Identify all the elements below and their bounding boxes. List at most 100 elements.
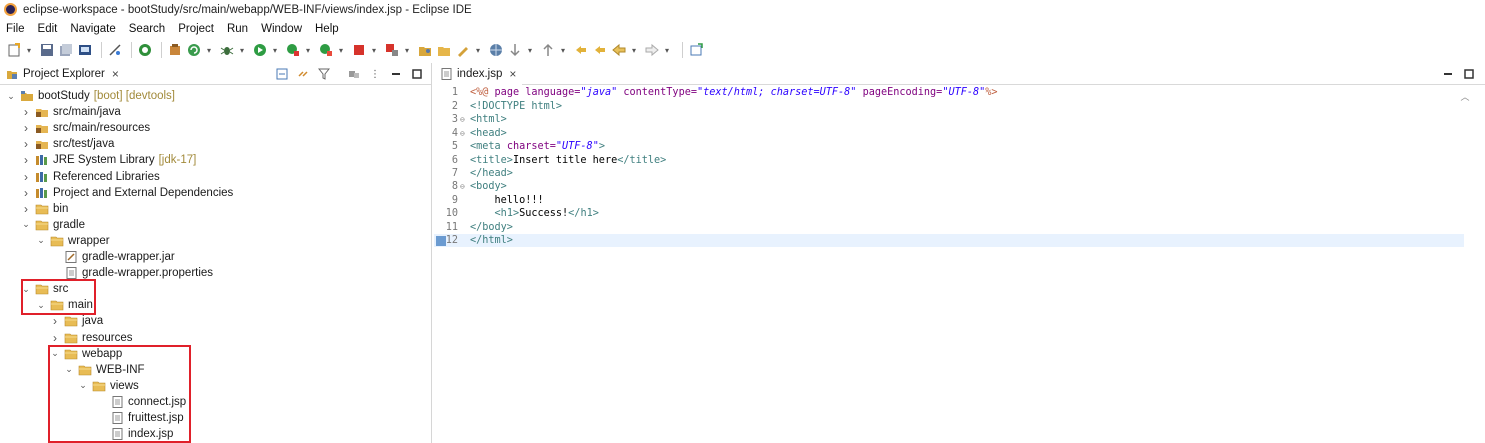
save-all-icon[interactable] [58, 42, 74, 58]
close-icon[interactable]: × [509, 67, 516, 81]
tree-item[interactable]: › src/test/java [21, 136, 114, 152]
chevron-right-icon[interactable]: › [50, 314, 60, 328]
run-dropdown-icon[interactable]: ▾ [271, 42, 279, 58]
tree-item[interactable]: › JRE System Library [jdk-17] [21, 152, 196, 168]
vertical-scrollbar[interactable]: ︿ [1459, 90, 1471, 440]
scroll-up-icon[interactable]: ︿ [1459, 90, 1471, 103]
pin-editor-icon[interactable] [688, 42, 704, 58]
chevron-right-icon[interactable]: › [21, 153, 31, 167]
chevron-right-icon[interactable]: › [21, 202, 31, 216]
tree-item[interactable]: › resources [50, 330, 133, 346]
code-line[interactable]: 4 ⊖ <head> [434, 126, 1464, 140]
code-line[interactable]: 5 <meta charset="UTF-8"> [434, 140, 1464, 154]
back-icon[interactable] [611, 42, 627, 58]
code-line[interactable]: 11 </body> [434, 221, 1464, 235]
last-edit-icon[interactable] [573, 42, 589, 58]
maximize-icon[interactable] [409, 66, 425, 82]
tab-project-explorer[interactable]: Project Explorer × [0, 63, 125, 85]
filter-icon[interactable] [316, 66, 332, 82]
save-icon[interactable] [39, 42, 55, 58]
chevron-right-icon[interactable]: › [21, 137, 31, 151]
run-icon[interactable] [252, 42, 268, 58]
debug-icon[interactable] [219, 42, 235, 58]
spring-boot-dashboard-icon[interactable] [137, 42, 153, 58]
menu-file[interactable]: File [6, 23, 25, 35]
open-folder-icon[interactable] [436, 42, 452, 58]
chevron-right-icon[interactable]: › [50, 331, 60, 345]
chevron-down-icon[interactable]: ⌄ [6, 91, 16, 102]
fold-toggle-icon[interactable]: ⊖ [460, 129, 468, 138]
menu-help[interactable]: Help [315, 23, 339, 35]
fold-toggle-icon[interactable]: ⊖ [460, 182, 468, 191]
edit-location-icon[interactable] [592, 42, 608, 58]
menu-window[interactable]: Window [261, 23, 302, 35]
open-type-icon[interactable] [417, 42, 433, 58]
code-line[interactable]: 2 <!DOCTYPE html> [434, 99, 1464, 113]
stop-icon[interactable] [351, 42, 367, 58]
tree-item[interactable]: › src/main/resources [21, 120, 150, 136]
open-task-dropdown-icon[interactable]: ▾ [474, 42, 482, 58]
stop-dropdown-icon[interactable]: ▾ [370, 42, 378, 58]
menu-search[interactable]: Search [129, 23, 165, 35]
forward-dropdown-icon[interactable]: ▾ [663, 42, 671, 58]
terminal-icon[interactable] [77, 42, 93, 58]
refresh-dropdown-icon[interactable]: ▾ [205, 42, 213, 58]
annotation-dropdown-icon[interactable]: ▾ [526, 42, 534, 58]
debug-dropdown-icon[interactable]: ▾ [238, 42, 246, 58]
tab-index-jsp[interactable]: index.jsp × [434, 62, 523, 85]
server-dropdown-icon[interactable]: ▾ [403, 42, 411, 58]
prev-annotation-dropdown-icon[interactable]: ▾ [559, 42, 567, 58]
chevron-down-icon[interactable]: ⌄ [36, 235, 46, 246]
open-task-icon[interactable] [455, 42, 471, 58]
fold-toggle-icon[interactable]: ⊖ [460, 115, 468, 124]
chevron-right-icon[interactable]: › [21, 105, 31, 119]
menu-edit[interactable]: Edit [38, 23, 58, 35]
tree-item[interactable]: › Referenced Libraries [21, 169, 160, 185]
tree-item[interactable]: › bin [21, 201, 68, 217]
annotation-icon[interactable] [507, 42, 523, 58]
external-tools-icon[interactable] [318, 42, 334, 58]
chevron-right-icon[interactable]: › [21, 170, 31, 184]
code-line[interactable]: 9 hello!!! [434, 194, 1464, 208]
tree-item[interactable]: gradle-wrapper.jar [50, 249, 175, 265]
skip-breakpoints-icon[interactable] [107, 42, 123, 58]
code-line[interactable]: 1 <%@ page language="java" contentType="t… [434, 86, 1464, 100]
focus-icon[interactable] [346, 66, 362, 82]
external-tools-dropdown-icon[interactable]: ▾ [337, 42, 345, 58]
new-dropdown-icon[interactable]: ▾ [25, 42, 33, 58]
tree-item[interactable]: › src/main/java [21, 104, 121, 120]
code-line[interactable]: 3 ⊖ <html> [434, 113, 1464, 127]
code-line[interactable]: 10 <h1>Success!</h1> [434, 207, 1464, 221]
back-dropdown-icon[interactable]: ▾ [630, 42, 638, 58]
menu-project[interactable]: Project [178, 23, 214, 35]
coverage-icon[interactable] [285, 42, 301, 58]
chevron-right-icon[interactable]: › [21, 121, 31, 135]
code-line[interactable]: 8 ⊖ <body> [434, 180, 1464, 194]
tree-item[interactable]: › Project and External Dependencies [21, 185, 233, 201]
close-icon[interactable]: × [112, 67, 119, 81]
new-icon[interactable] [6, 42, 22, 58]
forward-icon[interactable] [644, 42, 660, 58]
menu-navigate[interactable]: Navigate [70, 23, 115, 35]
globe-icon[interactable] [488, 42, 504, 58]
prev-annotation-icon[interactable] [540, 42, 556, 58]
chevron-right-icon[interactable]: › [21, 186, 31, 200]
tree-item[interactable]: ⌄ wrapper [36, 233, 109, 249]
server-icon[interactable] [384, 42, 400, 58]
collapse-all-icon[interactable] [274, 66, 290, 82]
chevron-down-icon[interactable]: ⌄ [21, 219, 31, 230]
code-line[interactable]: 7 </head> [434, 167, 1464, 181]
tree-item[interactable]: › java [50, 313, 103, 329]
tree-item[interactable]: ⌄ gradle [21, 217, 85, 233]
tree-item[interactable]: ⌄ bootStudy [boot] [devtools] [6, 88, 175, 104]
minimize-icon[interactable] [1440, 66, 1456, 82]
code-line[interactable]: 12 </html> [434, 233, 1464, 248]
link-with-editor-icon[interactable] [295, 66, 311, 82]
coverage-dropdown-icon[interactable]: ▾ [304, 42, 312, 58]
code-editor[interactable]: 1 <%@ page language="java" contentType="t… [434, 86, 1485, 443]
gradle-tasks-icon[interactable] [167, 42, 183, 58]
menu-run[interactable]: Run [227, 23, 248, 35]
minimize-icon[interactable] [388, 66, 404, 82]
code-line[interactable]: 6 <title>Insert title here</title> [434, 153, 1464, 167]
maximize-icon[interactable] [1461, 66, 1477, 82]
